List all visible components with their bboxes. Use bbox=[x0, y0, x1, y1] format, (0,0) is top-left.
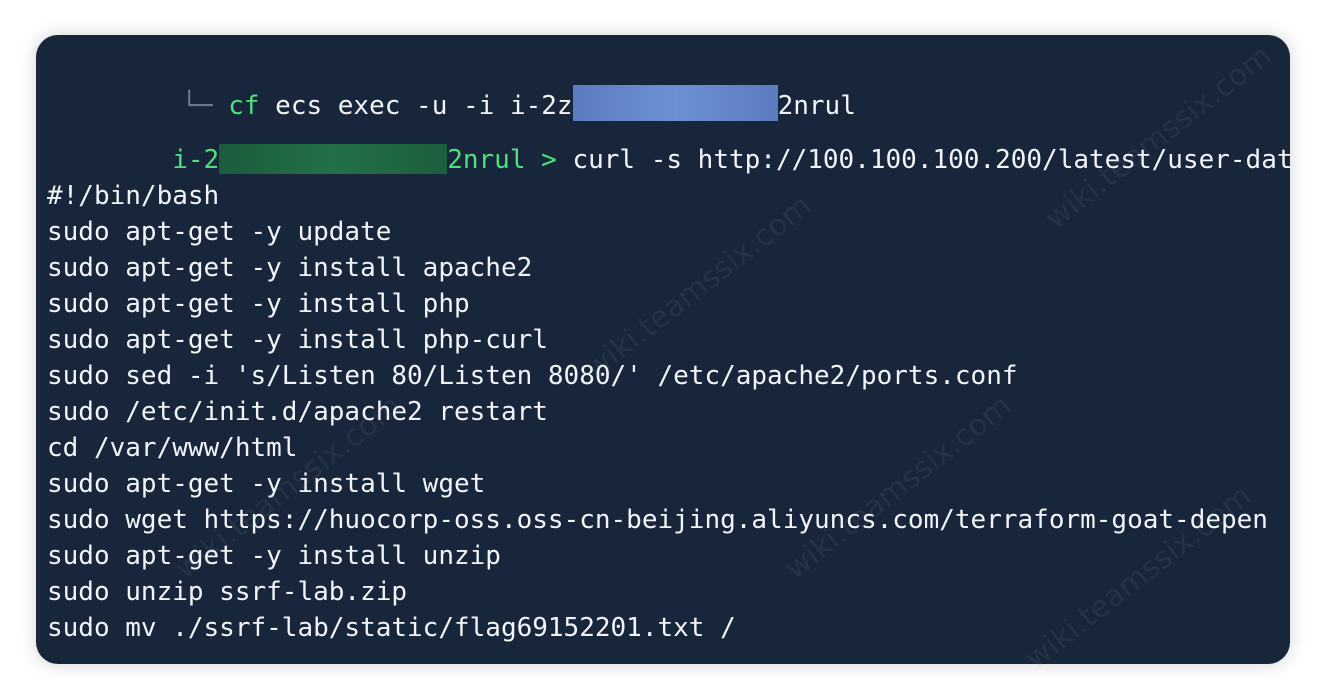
output-line: sudo apt-get -y install php-curl bbox=[47, 325, 548, 355]
redaction-mask bbox=[219, 143, 448, 174]
curl-command: curl -s http://100.100.100.200/latest/us… bbox=[572, 145, 1290, 175]
output-line: sudo wget https://huocorp-oss.oss-cn-bei… bbox=[47, 505, 1268, 535]
instance-id-prefix: i-2 bbox=[172, 145, 220, 175]
output-line: sudo /etc/init.d/apache2 restart bbox=[47, 397, 548, 427]
terminal-output: └─ cf ecs exec -u -i i-2z 2nrul i-2 2nrul … bbox=[36, 35, 1290, 664]
output-line: sudo apt-get -y install apache2 bbox=[47, 253, 533, 283]
terminal-window[interactable]: └─ cf ecs exec -u -i i-2z 2nrul i-2 2nrul … bbox=[36, 35, 1290, 664]
prompt-arrow: > bbox=[525, 145, 573, 175]
output-line: #!/bin/bash bbox=[47, 181, 220, 211]
command-line-cf-exec: └─ cf ecs exec -u -i i-2z 2nrul bbox=[56, 52, 856, 121]
screenshot-canvas: └─ cf ecs exec -u -i i-2z 2nrul i-2 2nrul … bbox=[0, 0, 1326, 700]
output-line: sudo apt-get -y update bbox=[47, 217, 392, 247]
output-line: sudo apt-get -y install php bbox=[47, 289, 470, 319]
prompt-line: i-2 2nrul > curl -s http://100.100.100.20… bbox=[47, 106, 1290, 175]
output-line: sudo mv ./ssrf-lab/static/flag69152201.t… bbox=[47, 613, 736, 643]
instance-id-suffix: 2nrul bbox=[447, 145, 526, 175]
output-line: sudo apt-get -y install unzip bbox=[47, 541, 501, 571]
output-line: sudo apt-get -y install wget bbox=[47, 469, 486, 499]
output-line: sudo sed -i 's/Listen 80/Listen 8080/' /… bbox=[47, 361, 1018, 391]
output-line: cd /var/www/html bbox=[47, 433, 298, 463]
output-line: sudo unzip ssrf-lab.zip bbox=[47, 577, 408, 607]
